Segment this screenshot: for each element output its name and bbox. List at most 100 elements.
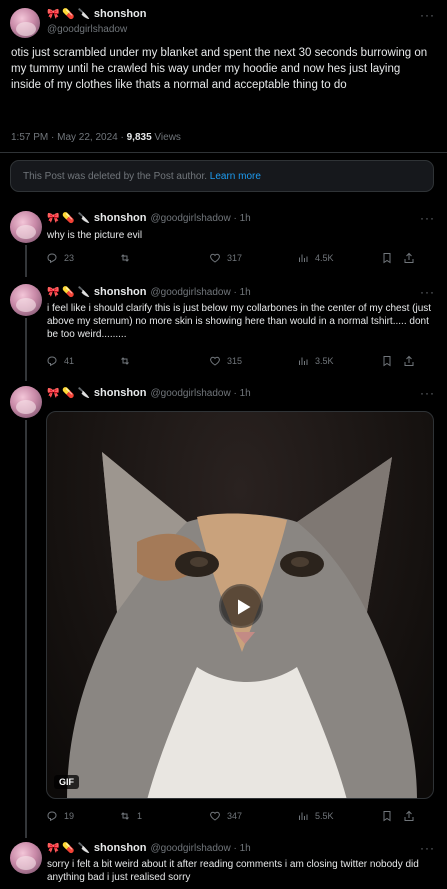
heart-icon bbox=[210, 356, 220, 366]
reply-count: 23 bbox=[64, 253, 75, 263]
heart-icon bbox=[210, 253, 220, 263]
bookmark-button[interactable] bbox=[381, 252, 403, 264]
share-icon bbox=[404, 252, 414, 263]
reply-icon bbox=[47, 253, 57, 264]
reply-button[interactable]: 23 bbox=[46, 252, 119, 264]
author-line: 🎀 💊 🔪 shonshon bbox=[47, 8, 146, 20]
avatar[interactable] bbox=[10, 284, 42, 316]
display-name[interactable]: shonshon bbox=[94, 8, 147, 20]
reply-text: i feel like i should clarify this is jus… bbox=[47, 303, 432, 340]
more-icon[interactable]: ··· bbox=[420, 285, 435, 299]
like-button[interactable]: 315 bbox=[209, 355, 297, 367]
handle[interactable]: @goodgirlshadow bbox=[47, 24, 127, 35]
like-count: 315 bbox=[227, 356, 243, 366]
repost-icon bbox=[121, 812, 129, 820]
reply-text: why is the picture evil bbox=[47, 230, 143, 241]
repost-button[interactable] bbox=[119, 252, 209, 264]
bookmark-button[interactable] bbox=[381, 810, 403, 822]
action-bar: 41 315 3.5K bbox=[46, 354, 433, 368]
like-count: 317 bbox=[227, 253, 243, 263]
deleted-notice-text: This Post was deleted by the Post author… bbox=[23, 171, 210, 182]
reply-1[interactable]: 🎀 💊 🔪 shonshon @goodgirlshadow · 1h ··· … bbox=[0, 205, 447, 277]
name-emojis: 🎀 💊 🔪 bbox=[47, 212, 90, 224]
name-emojis: 🎀 💊 🔪 bbox=[47, 286, 90, 298]
view-count: 3.5K bbox=[315, 356, 334, 366]
main-post: 🎀 💊 🔪 shonshon @goodgirlshadow ··· otis … bbox=[0, 0, 447, 157]
like-count: 347 bbox=[227, 811, 243, 821]
share-button[interactable] bbox=[403, 810, 415, 822]
handle[interactable]: @goodgirlshadow · 1h bbox=[150, 388, 250, 399]
post-meta: 1:57 PM · May 22, 2024 · 9,835 Views bbox=[11, 132, 181, 143]
share-icon bbox=[404, 810, 414, 821]
share-button[interactable] bbox=[403, 252, 415, 264]
avatar[interactable] bbox=[10, 211, 42, 243]
more-icon[interactable]: ··· bbox=[420, 386, 435, 400]
thread-line bbox=[25, 245, 27, 277]
repost-icon bbox=[121, 357, 129, 365]
reply-count: 41 bbox=[64, 356, 75, 366]
name-emojis: 🎀 💊 🔪 bbox=[47, 8, 90, 20]
display-name[interactable]: shonshon bbox=[94, 387, 147, 399]
author-line: 🎀 💊 🔪 shonshon @goodgirlshadow · 1h bbox=[47, 387, 251, 399]
handle[interactable]: @goodgirlshadow · 1h bbox=[150, 213, 250, 224]
bookmark-icon bbox=[383, 253, 391, 264]
name-emojis: 🎀 💊 🔪 bbox=[47, 387, 90, 399]
display-name[interactable]: shonshon bbox=[94, 842, 147, 854]
thread-line bbox=[25, 318, 27, 381]
reply-count: 19 bbox=[64, 811, 75, 821]
views-icon bbox=[299, 357, 308, 365]
more-icon[interactable]: ··· bbox=[420, 8, 435, 22]
reply-button[interactable]: 19 bbox=[46, 810, 119, 822]
action-bar: 23 317 4.5K bbox=[46, 251, 433, 265]
views-button[interactable]: 5.5K bbox=[297, 810, 381, 822]
bookmark-icon bbox=[383, 811, 391, 822]
post-text: otis just scrambled under my blanket and… bbox=[11, 47, 428, 91]
share-button[interactable] bbox=[403, 355, 415, 367]
action-bar: 19 1 347 5.5K bbox=[46, 809, 433, 823]
handle[interactable]: @goodgirlshadow · 1h bbox=[150, 287, 250, 298]
like-button[interactable]: 347 bbox=[209, 810, 297, 822]
repost-count: 1 bbox=[137, 811, 143, 821]
more-icon[interactable]: ··· bbox=[420, 211, 435, 225]
reply-2[interactable]: 🎀 💊 🔪 shonshon @goodgirlshadow · 1h ··· … bbox=[0, 280, 447, 381]
bookmark-button[interactable] bbox=[381, 355, 403, 367]
handle[interactable]: @goodgirlshadow · 1h bbox=[150, 843, 250, 854]
post-timestamp[interactable]: 1:57 PM · May 22, 2024 · bbox=[11, 132, 127, 143]
bookmark-icon bbox=[383, 356, 391, 367]
share-icon bbox=[404, 355, 414, 366]
more-icon[interactable]: ··· bbox=[420, 841, 435, 855]
avatar[interactable] bbox=[10, 842, 42, 874]
like-button[interactable]: 317 bbox=[209, 252, 297, 264]
thread-line bbox=[25, 420, 27, 838]
author-line: 🎀 💊 🔪 shonshon @goodgirlshadow · 1h bbox=[47, 286, 251, 298]
reply-icon bbox=[47, 356, 57, 367]
views-button[interactable]: 4.5K bbox=[297, 252, 381, 264]
reply-text: sorry i felt a bit weird about it after … bbox=[47, 859, 419, 883]
learn-more-link[interactable]: Learn more bbox=[210, 171, 261, 182]
view-count: 5.5K bbox=[315, 811, 334, 821]
name-emojis: 🎀 💊 🔪 bbox=[47, 842, 90, 854]
reply-3[interactable]: 🎀 💊 🔪 shonshon @goodgirlshadow · 1h ··· … bbox=[0, 382, 447, 838]
gif-media[interactable]: GIF bbox=[46, 411, 434, 799]
reply-button[interactable]: 41 bbox=[46, 355, 119, 367]
views-label: Views bbox=[151, 132, 181, 143]
repost-button[interactable] bbox=[119, 355, 209, 367]
play-icon bbox=[238, 599, 251, 615]
avatar[interactable] bbox=[10, 386, 42, 418]
author-line: 🎀 💊 🔪 shonshon @goodgirlshadow · 1h bbox=[47, 842, 251, 854]
gif-badge: GIF bbox=[54, 775, 79, 789]
repost-button[interactable]: 1 bbox=[119, 810, 209, 822]
repost-icon bbox=[121, 254, 129, 262]
views-icon bbox=[299, 812, 308, 820]
avatar[interactable] bbox=[10, 8, 40, 38]
display-name[interactable]: shonshon bbox=[94, 212, 147, 224]
views-button[interactable]: 3.5K bbox=[297, 355, 381, 367]
display-name[interactable]: shonshon bbox=[94, 286, 147, 298]
divider bbox=[0, 152, 447, 153]
play-button[interactable] bbox=[219, 584, 263, 628]
reply-4[interactable]: 🎀 💊 🔪 shonshon @goodgirlshadow · 1h ··· … bbox=[0, 839, 447, 889]
deleted-post-notice: This Post was deleted by the Post author… bbox=[10, 160, 434, 192]
views-icon bbox=[299, 254, 308, 262]
reply-icon bbox=[47, 811, 57, 822]
heart-icon bbox=[210, 811, 220, 821]
